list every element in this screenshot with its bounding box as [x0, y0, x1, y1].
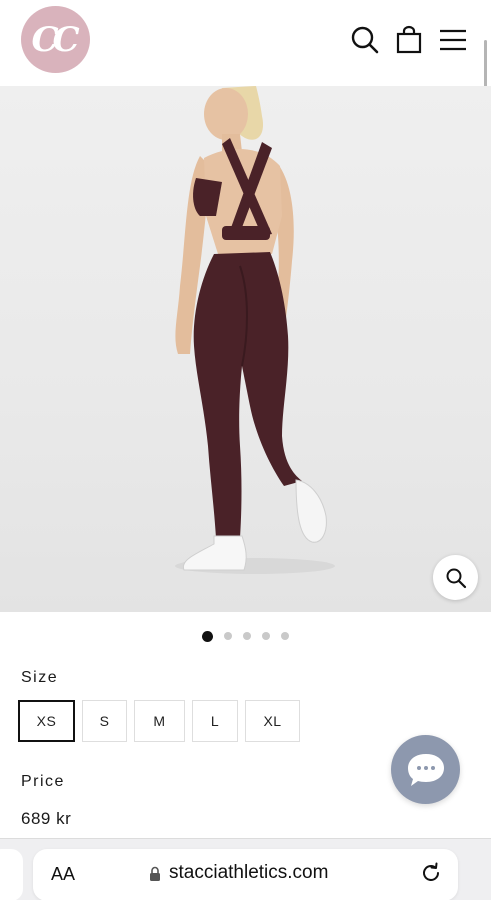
zoom-icon — [446, 568, 466, 588]
lock-icon — [150, 866, 160, 881]
size-label: Size — [21, 669, 59, 686]
site-header: CC — [0, 0, 491, 86]
product-photo — [175, 86, 335, 574]
carousel-dot[interactable] — [224, 632, 232, 640]
carousel-dot[interactable] — [202, 630, 213, 642]
size-selector: XS S M L XL — [18, 700, 300, 742]
bag-icon[interactable] — [394, 25, 424, 55]
chat-bubble-icon — [407, 753, 444, 786]
size-option-s[interactable]: S — [82, 700, 127, 742]
zoom-button[interactable] — [433, 555, 478, 600]
size-option-xs[interactable]: XS — [18, 700, 75, 742]
chat-button[interactable] — [391, 735, 460, 804]
search-icon[interactable] — [350, 25, 380, 55]
price-label: Price — [21, 773, 65, 790]
browser-toolbar: AA stacciathletics.com — [0, 838, 491, 900]
size-option-xl[interactable]: XL — [245, 700, 300, 742]
reader-settings-button[interactable]: AA — [51, 864, 75, 885]
carousel-dots — [0, 629, 491, 643]
carousel-dot[interactable] — [281, 632, 289, 640]
size-option-m[interactable]: M — [134, 700, 185, 742]
address-bar[interactable]: AA stacciathletics.com — [33, 849, 458, 900]
brand-logo[interactable]: CC — [21, 6, 90, 73]
size-option-l[interactable]: L — [192, 700, 238, 742]
carousel-dot[interactable] — [262, 632, 270, 640]
reload-icon[interactable] — [419, 861, 443, 885]
price-value: 689 kr — [21, 809, 72, 828]
previous-tab[interactable] — [0, 849, 23, 900]
url-text[interactable]: stacciathletics.com — [169, 862, 328, 884]
logo-text: CC — [31, 19, 79, 60]
carousel-dot[interactable] — [243, 632, 251, 640]
menu-icon[interactable] — [438, 25, 468, 55]
product-image[interactable] — [0, 86, 491, 612]
